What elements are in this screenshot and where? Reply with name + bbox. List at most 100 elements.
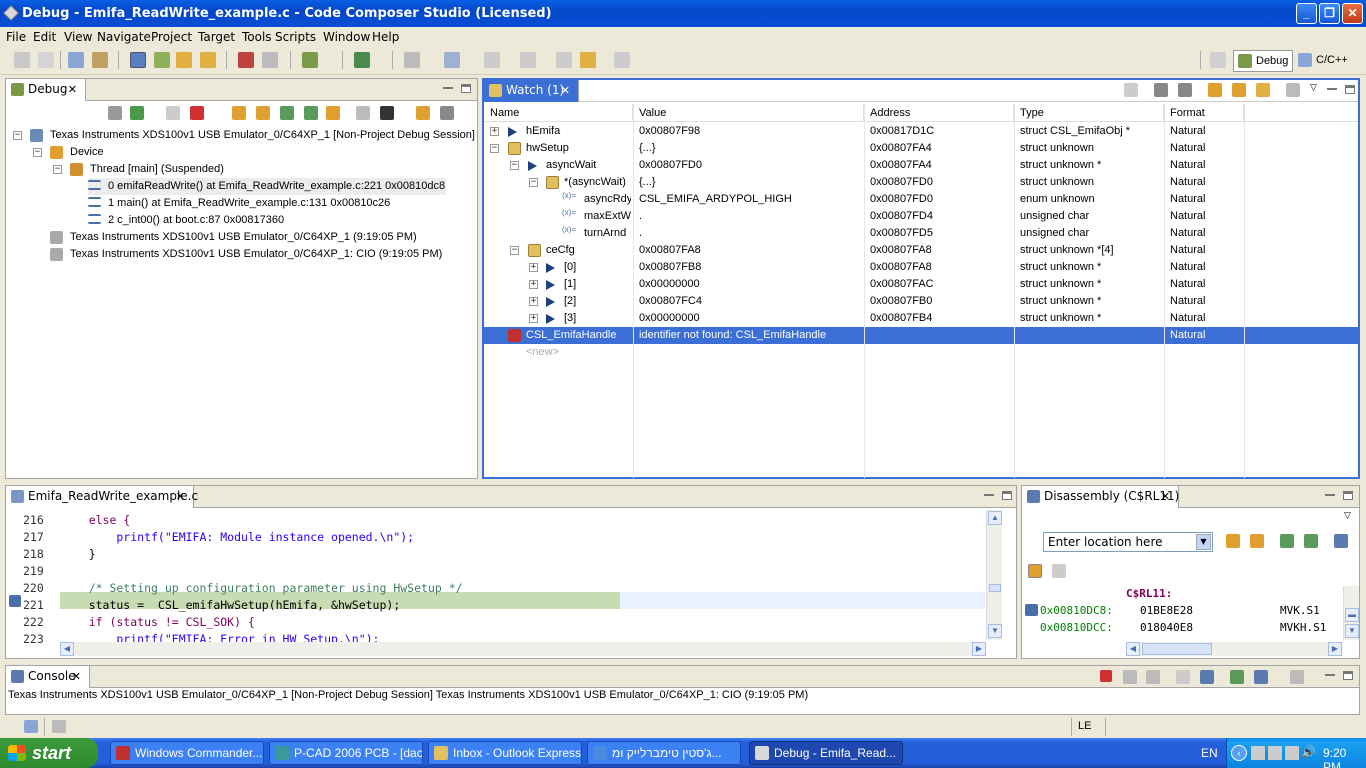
task-outlook[interactable]: Inbox - Outlook Express <box>428 741 582 765</box>
watch-row[interactable]: + [1] 0x00000000 0x00807FAC struct unknown *… <box>484 276 1358 293</box>
collapse-icon[interactable]: − <box>510 161 519 170</box>
expand-icon[interactable]: + <box>529 297 538 306</box>
watch-cell-value[interactable]: 0x00807FB8 <box>639 259 864 276</box>
watch-row[interactable]: + hEmifa 0x00807F98 0x00817D1C struct CSL_Em… <box>484 123 1358 140</box>
tray-icon[interactable] <box>1285 746 1299 760</box>
link-with-pc-icon[interactable] <box>1028 564 1042 578</box>
watch-cell-name[interactable]: turnArnd <box>584 225 631 242</box>
last-edit-icon[interactable] <box>556 52 572 68</box>
watch-cell-name[interactable]: *(asyncWait) <box>564 174 631 191</box>
code-line[interactable]: /* Setting up configuration parameter us… <box>61 581 463 595</box>
menu-help[interactable]: Help <box>372 30 399 44</box>
watch-row[interactable]: + [2] 0x00807FC4 0x00807FB0 struct unknown *… <box>484 293 1358 310</box>
menu-project[interactable]: Project <box>151 30 192 44</box>
tab-console[interactable]: Console ✕ <box>6 666 90 688</box>
annotation-prev-icon[interactable] <box>520 52 536 68</box>
view-menu-icon[interactable]: ▽ <box>1344 510 1351 521</box>
close-button[interactable]: ✕ <box>1342 3 1363 24</box>
open-perspective-icon[interactable] <box>1210 52 1226 68</box>
task-windows-commander[interactable]: Windows Commander... <box>110 741 264 765</box>
watch-cell-name[interactable]: [0] <box>564 259 631 276</box>
view-menu-icon[interactable]: ▽ <box>1310 82 1317 93</box>
watch-row[interactable]: <new> <box>484 344 1358 361</box>
watch-row[interactable]: + [0] 0x00807FB8 0x00807FA8 struct unknown *… <box>484 259 1358 276</box>
close-tab-icon[interactable]: ✕ <box>68 79 77 100</box>
watch-cell-value[interactable]: {...} <box>639 140 864 157</box>
expand-icon[interactable]: + <box>529 314 538 323</box>
maximize-view-icon[interactable] <box>461 84 471 93</box>
step-return-icon[interactable] <box>280 106 294 120</box>
expand-icon[interactable]: + <box>529 280 538 289</box>
step-over-icon[interactable] <box>256 106 270 120</box>
collapse-all-icon[interactable] <box>440 106 454 120</box>
scroll-thumb[interactable]: ▬ <box>1345 608 1359 622</box>
collapse-all-icon[interactable] <box>1124 83 1138 97</box>
refresh-icon[interactable] <box>1208 83 1222 97</box>
search-icon[interactable] <box>404 52 420 68</box>
remove-expression-icon[interactable] <box>1154 83 1168 97</box>
clear-console-icon[interactable] <box>1176 670 1190 684</box>
remove-terminated-icon[interactable] <box>108 106 122 120</box>
back-icon[interactable] <box>580 52 596 68</box>
chevron-down-icon[interactable]: ▼ <box>1196 534 1211 550</box>
print-icon[interactable] <box>38 52 54 68</box>
menu-tools[interactable]: Tools <box>242 30 272 44</box>
watch-cell-value[interactable]: 0x00000000 <box>639 310 864 327</box>
scroll-thumb[interactable] <box>1142 643 1212 655</box>
watch-cell-format[interactable]: Natural <box>1170 191 1244 208</box>
watch-cell-format[interactable]: Natural <box>1170 123 1244 140</box>
scroll-left-icon[interactable]: ◀ <box>1126 642 1140 656</box>
perspective-debug[interactable]: Debug <box>1233 50 1294 72</box>
watch-row[interactable]: (x)= asyncRdyPol CSL_EMIFA_ARDYPOL_HIGH 0x0… <box>484 191 1358 208</box>
watch-cell-value[interactable]: . <box>639 225 864 242</box>
language-indicator[interactable]: EN <box>1201 746 1218 760</box>
run-config-icon[interactable] <box>354 52 370 68</box>
task-ccs-debug[interactable]: Debug - Emifa_Read... <box>749 741 903 765</box>
debug-config-icon[interactable] <box>302 52 318 68</box>
code-line[interactable]: printf("EMIFA: Module instance opened.\n… <box>61 530 414 544</box>
maximize-view-icon[interactable] <box>1345 85 1355 94</box>
step-over-icon[interactable] <box>1304 534 1318 548</box>
code-line[interactable]: } <box>61 547 96 561</box>
suspend-icon[interactable] <box>166 106 180 120</box>
collapse-icon[interactable]: − <box>490 144 499 153</box>
watch-cell-name[interactable]: hEmifa <box>526 123 631 140</box>
watch-cell-name[interactable]: maxExtWait <box>584 208 631 225</box>
task-internet-explorer[interactable]: ג'סטין טימברלייק ומ... <box>587 741 741 765</box>
step-into-icon[interactable] <box>1280 534 1294 548</box>
collapse-icon[interactable]: − <box>529 178 538 187</box>
watch-cell-name[interactable]: <new> <box>526 344 631 361</box>
assembly-step-icon[interactable] <box>304 106 318 120</box>
volume-icon[interactable]: 🔊 <box>1301 745 1316 759</box>
watch-cell-name[interactable]: asyncRdyPol <box>584 191 631 208</box>
disassembly-listing[interactable]: C$RL11: 0x00810DC8: 01BE8E28 MVK.S1 0x00810… <box>1022 586 1361 640</box>
save-icon[interactable] <box>14 52 30 68</box>
watch-cell-format[interactable] <box>1170 344 1244 361</box>
progress-icon[interactable] <box>52 720 66 733</box>
watch-cell-format[interactable]: Natural <box>1170 174 1244 191</box>
scroll-down-icon[interactable]: ▼ <box>1345 624 1359 638</box>
menu-edit[interactable]: Edit <box>33 30 56 44</box>
task-pcad[interactable]: P-CAD 2006 PCB - [dac] <box>269 741 423 765</box>
watch-cell-name[interactable]: hwSetup <box>526 140 631 157</box>
watch-row[interactable]: (x)= turnArnd. 0x00807FD5 unsigned char Natu… <box>484 225 1358 242</box>
minimize-view-icon[interactable] <box>443 87 453 89</box>
start-button[interactable]: start <box>0 738 98 768</box>
tab-watch[interactable]: Watch (1) ✕ <box>484 80 579 102</box>
close-tab-icon[interactable]: ✕ <box>176 486 185 507</box>
watch-cell-value[interactable]: 0x00807F98 <box>639 123 864 140</box>
open-console-icon[interactable] <box>1290 670 1304 684</box>
remove-all-icon[interactable] <box>1146 670 1160 684</box>
watch-row[interactable]: + [3] 0x00000000 0x00807FB4 struct unknown *… <box>484 310 1358 327</box>
minimize-view-icon[interactable] <box>984 494 994 496</box>
watch-cell-format[interactable]: Natural <box>1170 293 1244 310</box>
code-line[interactable]: if (status != CSL_SOK) { <box>61 615 255 629</box>
show-opcodes-icon[interactable] <box>1334 534 1348 548</box>
terminate-icon[interactable] <box>190 106 204 120</box>
watch-row[interactable]: − ceCfg 0x00807FA8 0x00807FA8 struct unknown… <box>484 242 1358 259</box>
watch-cell-value[interactable]: 0x00000000 <box>639 276 864 293</box>
watch-cell-format[interactable]: Natural <box>1170 310 1244 327</box>
menu-file[interactable]: File <box>6 30 26 44</box>
close-tab-icon[interactable]: ✕ <box>561 80 570 101</box>
step-into-icon[interactable] <box>232 106 246 120</box>
